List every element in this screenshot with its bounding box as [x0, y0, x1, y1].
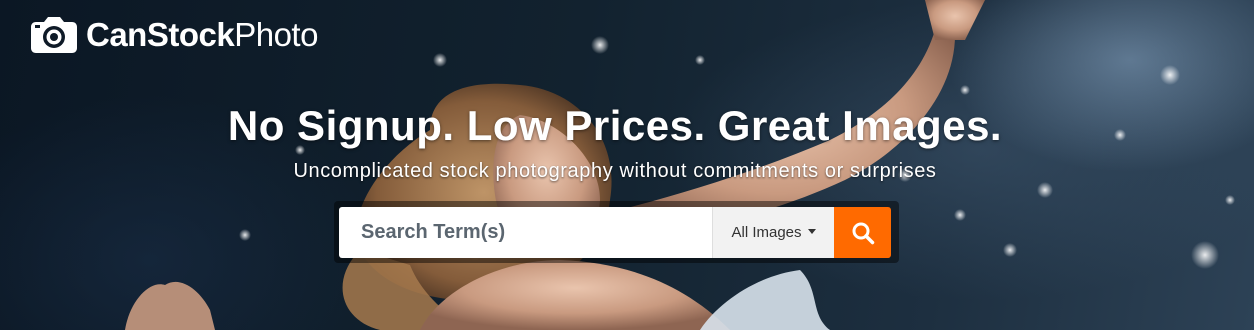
hero-banner: CanStockPhoto No Signup. Low Prices. Gre…	[0, 0, 1254, 330]
search-button[interactable]	[834, 207, 891, 258]
logo-wordmark: CanStockPhoto	[86, 16, 318, 53]
camera-logo-icon	[31, 17, 77, 53]
image-type-label: All Images	[731, 224, 802, 241]
search-input[interactable]	[339, 207, 712, 258]
canstock-logo[interactable]: CanStockPhoto	[30, 14, 318, 56]
search-icon	[852, 222, 874, 244]
image-type-dropdown[interactable]: All Images	[712, 207, 834, 258]
caret-down-icon	[807, 229, 816, 234]
search-bar: All Images	[339, 207, 891, 258]
hero-headline: No Signup. Low Prices. Great Images.	[227, 102, 1003, 149]
hero-subheadline: Uncomplicated stock photography without …	[293, 160, 937, 182]
